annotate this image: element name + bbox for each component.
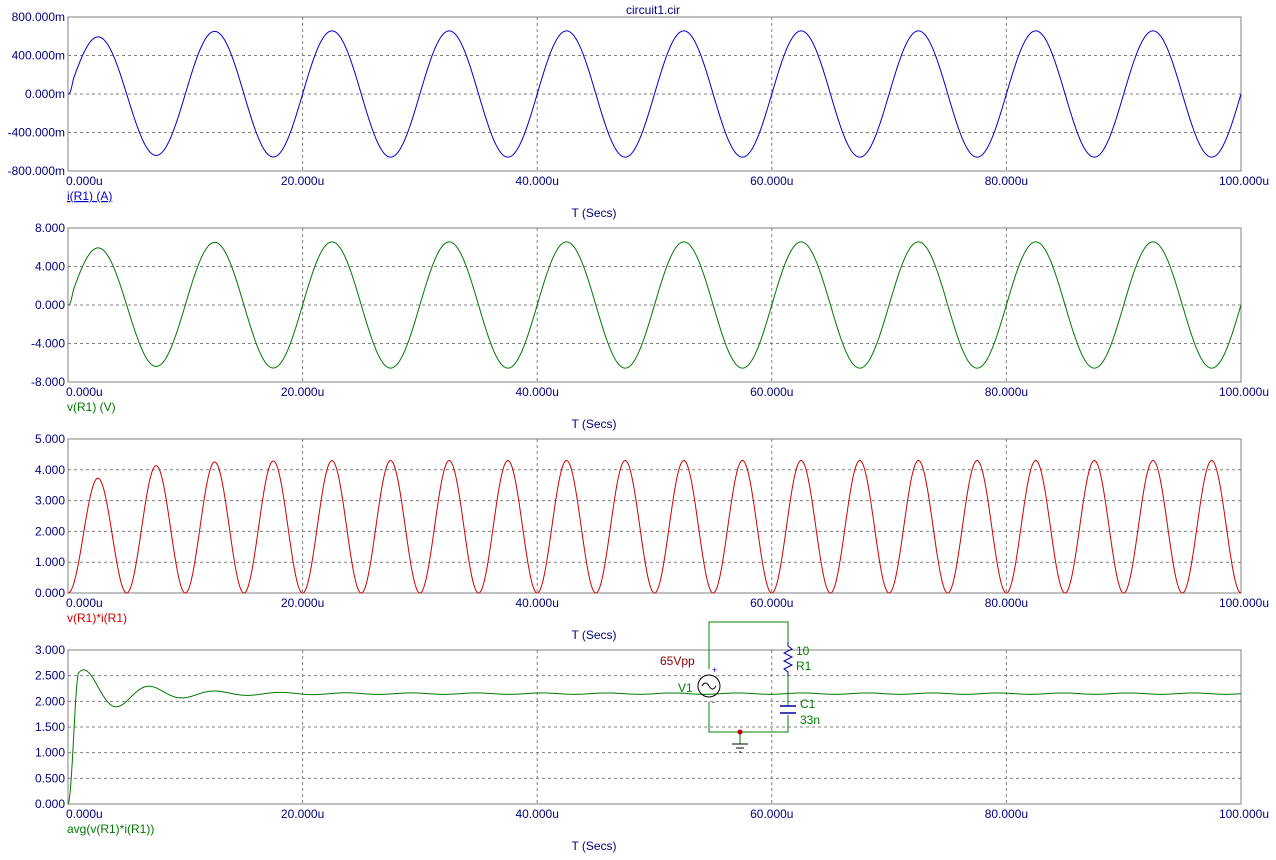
y-tick-label: 3.000: [35, 494, 65, 508]
x-tick-label: 20.000u: [281, 596, 324, 610]
x-tick-label: 100.000u: [1219, 174, 1269, 188]
y-tick-label: 0.000: [35, 298, 65, 312]
x-tick-label: 80.000u: [985, 807, 1028, 821]
y-tick-label: 0.500: [35, 771, 65, 785]
y-tick-label: 8.000: [35, 221, 65, 235]
x-axis-label: T (Secs): [571, 839, 616, 853]
source-plus-label: +: [712, 665, 717, 675]
y-tick-label: 0.000: [35, 797, 65, 811]
x-tick-label: 80.000u: [985, 385, 1028, 399]
plot-panel-1: 800.000m 400.000m 0.000m -400.000m -800.000m…: [8, 10, 1269, 220]
x-tick-label: 0.000u: [66, 385, 103, 399]
x-tick-label: 60.000u: [750, 174, 793, 188]
trace-label[interactable]: v(R1)*i(R1): [67, 611, 127, 625]
x-tick-label: 0.000u: [66, 807, 103, 821]
x-tick-label: 20.000u: [281, 174, 324, 188]
x-tick-label: 80.000u: [985, 174, 1028, 188]
y-tick-label: 3.000: [35, 643, 65, 657]
trace-label[interactable]: avg(v(R1)*i(R1)): [67, 822, 154, 836]
x-tick-label: 0.000u: [66, 596, 103, 610]
x-tick-label: 100.000u: [1219, 596, 1269, 610]
x-tick-label: 40.000u: [516, 596, 559, 610]
source-name-label: V1: [678, 681, 693, 695]
x-tick-label: 0.000u: [66, 174, 103, 188]
trace-label[interactable]: i(R1) (A): [67, 189, 112, 203]
y-tick-label: 800.000m: [12, 10, 65, 24]
window-title: circuit1.cir: [626, 3, 680, 17]
source-minus-label: -: [712, 697, 715, 707]
x-axis-label: T (Secs): [571, 417, 616, 431]
x-axis-label: T (Secs): [571, 628, 616, 642]
x-axis-label: T (Secs): [571, 206, 616, 220]
x-tick-label: 100.000u: [1219, 385, 1269, 399]
y-tick-label: 400.000m: [12, 49, 65, 63]
y-tick-label: 0.000m: [25, 87, 65, 101]
resistor-name-label: R1: [796, 659, 812, 673]
y-tick-label: -4.000: [31, 337, 65, 351]
plot-frame: [67, 438, 1242, 594]
capacitor-name-label: C1: [800, 697, 816, 711]
x-tick-label: 100.000u: [1219, 807, 1269, 821]
y-tick-label: 1.000: [35, 746, 65, 760]
x-tick-label: 60.000u: [750, 596, 793, 610]
x-tick-label: 60.000u: [750, 807, 793, 821]
x-tick-label: 80.000u: [985, 596, 1028, 610]
x-tick-label: 20.000u: [281, 807, 324, 821]
y-tick-label: -8.000: [31, 375, 65, 389]
resistor-value-label: 10: [796, 644, 810, 658]
capacitor-value-label: 33n: [800, 713, 820, 727]
y-tick-label: -400.000m: [8, 126, 65, 140]
source-value-label: 65Vpp: [660, 654, 695, 668]
x-tick-label: 20.000u: [281, 385, 324, 399]
y-tick-label: 2.500: [35, 669, 65, 683]
y-tick-label: 1.500: [35, 720, 65, 734]
y-tick-label: 1.000: [35, 555, 65, 569]
x-tick-label: 40.000u: [516, 807, 559, 821]
plot-panel-2: 8.000 4.000 0.000 -4.000 -8.0000.000u 20.000u…: [31, 221, 1269, 431]
trace-label[interactable]: v(R1) (V): [67, 400, 116, 414]
y-tick-label: 2.000: [35, 524, 65, 538]
y-tick-label: 4.000: [35, 260, 65, 274]
node-dot: [737, 729, 743, 735]
y-tick-label: 2.000: [35, 694, 65, 708]
y-tick-label: 4.000: [35, 463, 65, 477]
y-tick-label: 5.000: [35, 432, 65, 446]
plot-panel-4: 3.000 2.500 2.000 1.500 1.000 0.500 0.0000.000…: [35, 643, 1269, 853]
y-tick-label: -800.000m: [8, 164, 65, 178]
x-tick-label: 40.000u: [516, 385, 559, 399]
plot-window: circuit1.cir 800.000m 400.000m 0.000m -400.…: [8, 3, 1269, 853]
y-tick-label: 0.000: [35, 586, 65, 600]
x-tick-label: 40.000u: [516, 174, 559, 188]
x-tick-label: 60.000u: [750, 385, 793, 399]
plot-panel-3: 5.000 4.000 3.000 2.000 1.000 0.0000.000u 20.0…: [35, 432, 1269, 642]
